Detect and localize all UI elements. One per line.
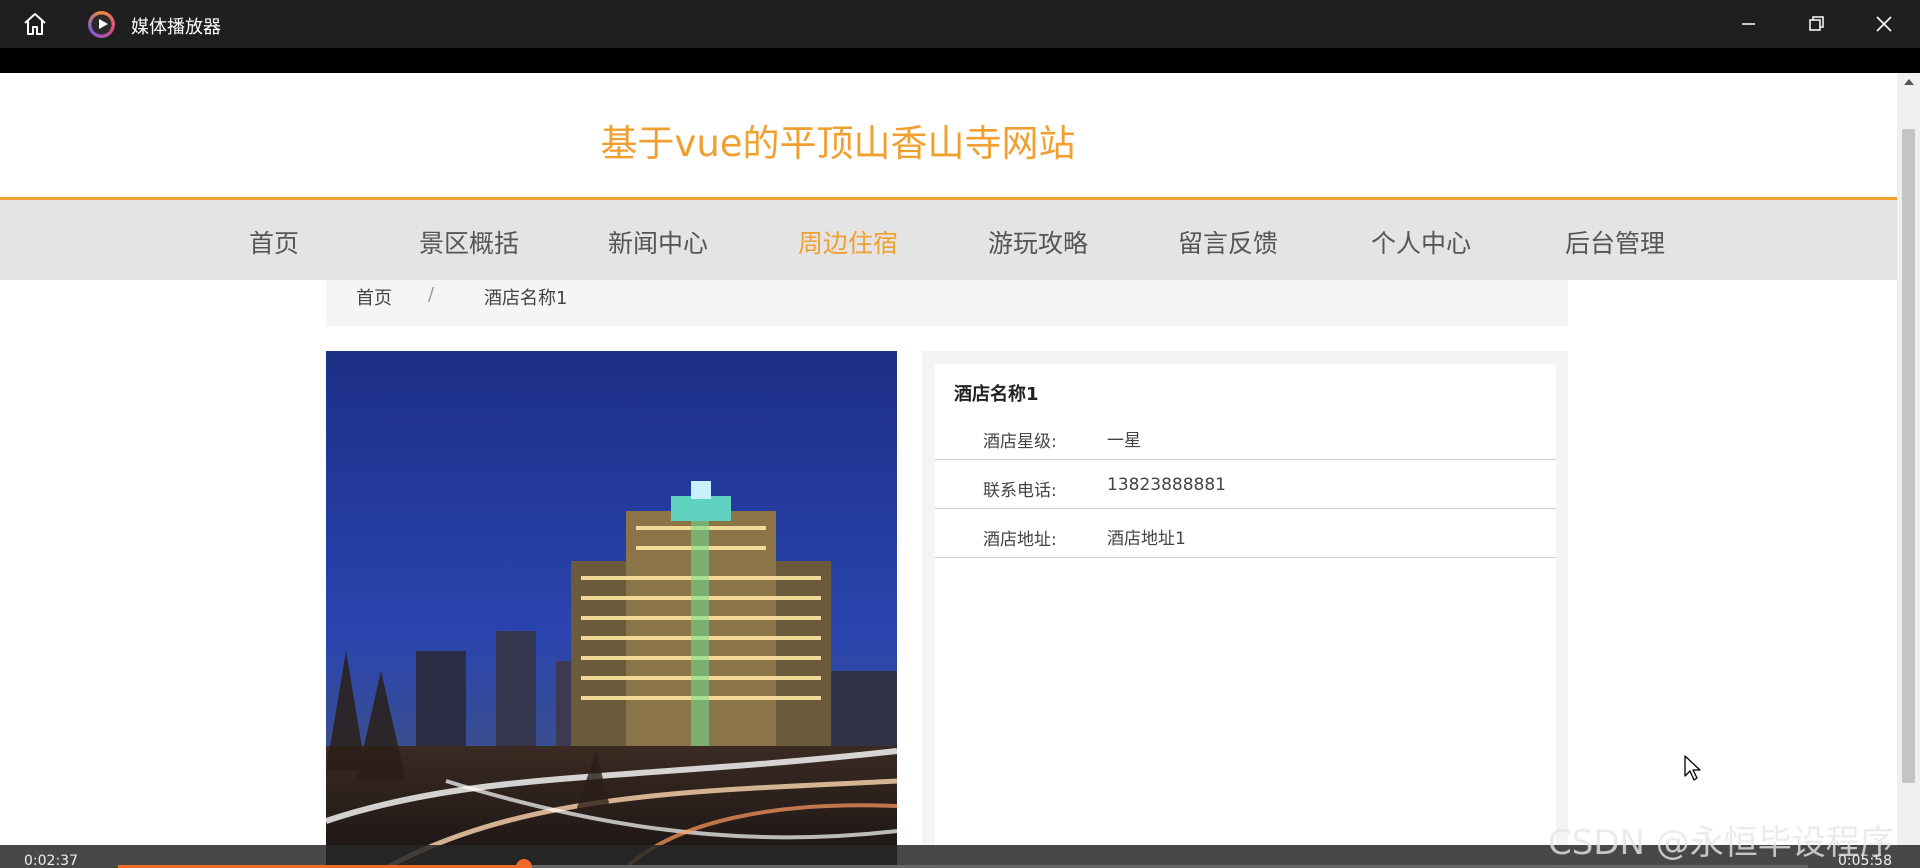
seek-bar-thumb[interactable] [515,859,532,868]
elapsed-time: 0:02:37 [24,853,78,868]
hotel-info-card: 酒店名称1 酒店星级: 一星 联系电话: 13823888881 酒店地址: 酒… [935,364,1556,868]
page-scrollbar[interactable] [1897,73,1920,868]
nav-item-admin[interactable]: 后台管理 [1565,224,1665,260]
breadcrumb-separator: / [428,284,435,305]
nav-item-guides[interactable]: 游玩攻略 [988,224,1088,260]
field-label: 酒店星级: [983,432,1057,452]
nav-item-scenic-overview[interactable]: 景区概括 [419,224,519,260]
hotel-photo [326,351,897,868]
video-letterbox [0,48,1920,73]
field-value: 酒店地址1 [1107,529,1186,549]
media-player-app-icon [88,11,115,38]
hotel-info-panel: 酒店名称1 酒店星级: 一星 联系电话: 13823888881 酒店地址: 酒… [922,351,1568,868]
hotel-field-row: 酒店星级: 一星 [935,411,1556,460]
minimize-icon[interactable] [1728,10,1768,38]
close-icon[interactable] [1864,10,1904,38]
website-viewport: 基于vue的平顶山香山寺网站 首页 景区概括 新闻中心 周边住宿 游玩攻略 留言… [0,73,1897,868]
home-icon[interactable] [22,12,48,36]
scroll-up-icon[interactable] [1904,79,1914,85]
breadcrumb-current: 酒店名称1 [484,288,568,309]
main-nav: 首页 景区概括 新闻中心 周边住宿 游玩攻略 留言反馈 个人中心 后台管理 [0,197,1897,280]
field-value: 一星 [1107,431,1141,451]
breadcrumb: 首页 / 酒店名称1 [326,280,1568,326]
hotel-field-row: 联系电话: 13823888881 [935,460,1556,509]
breadcrumb-home-link[interactable]: 首页 [356,284,392,310]
site-title: 基于vue的平顶山香山寺网站 [600,122,1076,165]
window-title: 媒体播放器 [131,17,221,38]
field-label: 联系电话: [983,481,1057,501]
csdn-watermark: CSDN @永恒毕设程序 [1548,823,1894,863]
field-label: 酒店地址: [983,530,1057,550]
restore-icon[interactable] [1796,10,1836,38]
nav-item-profile[interactable]: 个人中心 [1371,224,1471,260]
scrollbar-thumb[interactable] [1902,129,1915,783]
hotel-field-row: 酒店地址: 酒店地址1 [935,509,1556,558]
media-player-titlebar: 媒体播放器 [0,0,1920,48]
mouse-cursor-icon [1684,755,1701,781]
nav-item-lodging[interactable]: 周边住宿 [798,224,898,260]
nav-item-news[interactable]: 新闻中心 [608,224,708,260]
field-value: 13823888881 [1107,475,1226,495]
hotel-name: 酒店名称1 [954,384,1039,405]
nav-item-feedback[interactable]: 留言反馈 [1178,224,1278,260]
nav-item-home[interactable]: 首页 [249,224,299,260]
